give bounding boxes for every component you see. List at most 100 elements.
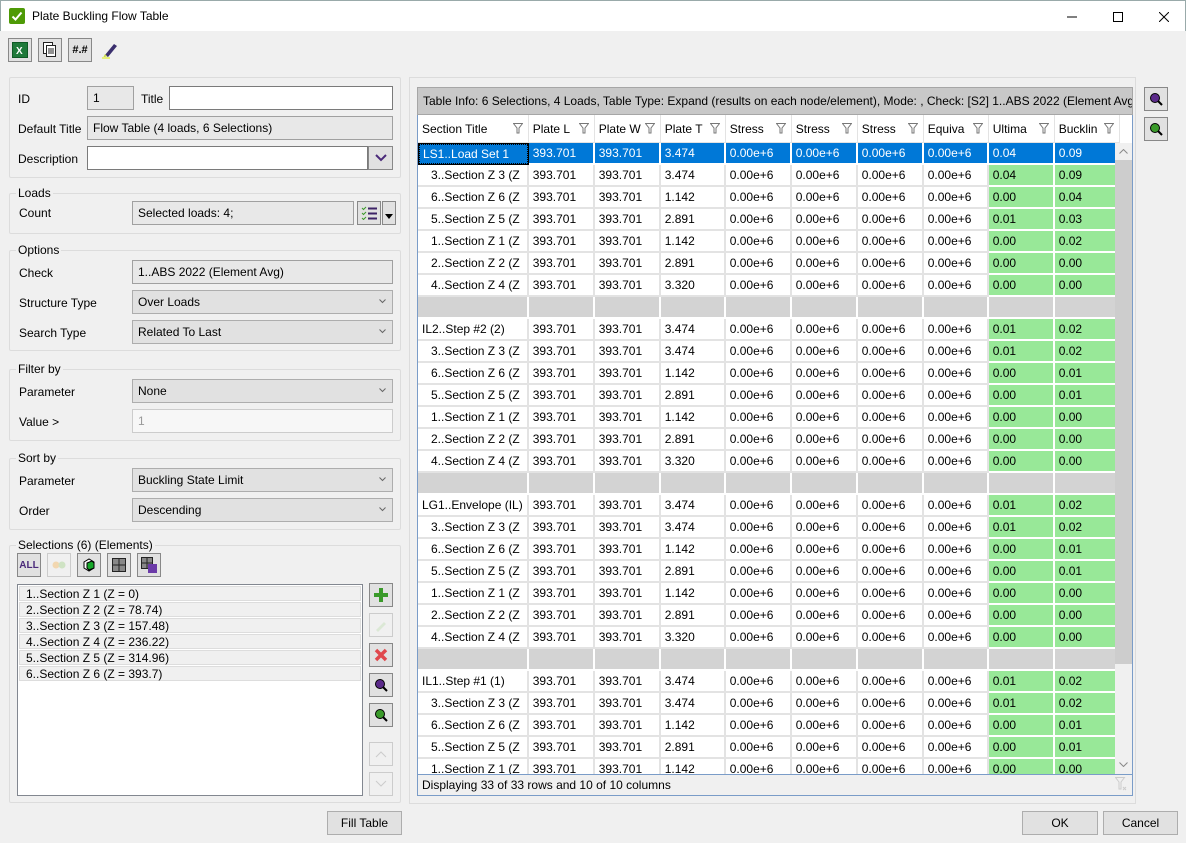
table-row[interactable]: 3..Section Z 3 (Z 393.701 393.701 3.474 0.00… <box>418 341 1120 363</box>
select-3d-button[interactable] <box>77 553 101 577</box>
table-cell[interactable]: 0.00e+6 <box>857 231 924 253</box>
table-cell[interactable]: 0.00e+6 <box>725 605 792 627</box>
table-cell[interactable]: 0.00e+6 <box>923 561 989 583</box>
table-row[interactable]: 5..Section Z 5 (Z 393.701 393.701 2.891 0.00… <box>418 561 1120 583</box>
table-cell[interactable]: 0.00e+6 <box>725 209 792 231</box>
table-cell[interactable]: 393.701 <box>528 715 595 737</box>
table-cell[interactable]: 393.701 <box>528 605 595 627</box>
table-cell[interactable]: 0.00e+6 <box>857 715 924 737</box>
table-cell[interactable]: 0.00e+6 <box>923 495 989 517</box>
table-cell[interactable]: 0.00e+6 <box>857 671 924 693</box>
loads-menu-button[interactable] <box>382 201 396 225</box>
table-cell[interactable]: 2.891 <box>660 209 726 231</box>
table-cell[interactable]: 1..Section Z 1 (Z <box>418 407 529 429</box>
table-cell[interactable]: 6..Section Z 6 (Z <box>418 363 529 385</box>
table-cell[interactable]: 0.00e+6 <box>858 759 924 774</box>
table-cell[interactable]: 0.00 <box>988 715 1055 737</box>
add-selection-button[interactable] <box>369 583 393 607</box>
table-cell[interactable]: 393.701 <box>594 737 661 759</box>
table-row[interactable]: 6..Section Z 6 (Z 393.701 393.701 1.142 0.00… <box>418 363 1120 385</box>
column-header[interactable]: Ultima <box>988 115 1055 143</box>
table-row[interactable]: 2..Section Z 2 (Z 393.701 393.701 2.891 0.00… <box>418 429 1120 451</box>
table-cell[interactable]: 4..Section Z 4 (Z <box>418 275 529 297</box>
table-cell[interactable]: 0.00 <box>1054 583 1120 605</box>
table-cell[interactable]: 0.00e+6 <box>857 451 924 473</box>
table-cell[interactable]: 0.00e+6 <box>857 495 924 517</box>
table-cell[interactable]: 0.02 <box>1054 495 1120 517</box>
table-cell[interactable]: 393.701 <box>594 671 661 693</box>
table-cell[interactable]: 0.00 <box>1054 429 1120 451</box>
table-cell[interactable]: 0.01 <box>988 671 1055 693</box>
minimize-button[interactable] <box>1049 1 1095 32</box>
table-cell[interactable]: 5..Section Z 5 (Z <box>418 561 529 583</box>
table-cell[interactable]: 0.00e+6 <box>923 451 989 473</box>
table-cell[interactable]: 0.00 <box>988 627 1055 649</box>
table-cell[interactable]: 2..Section Z 2 (Z <box>418 429 529 451</box>
table-cell[interactable]: 393.701 <box>594 627 661 649</box>
table-cell[interactable]: 3.474 <box>660 517 726 539</box>
table-cell[interactable]: 0.02 <box>1054 341 1120 363</box>
filter-icon[interactable] <box>1038 123 1050 137</box>
table-cell[interactable]: 0.00e+6 <box>791 517 858 539</box>
column-header[interactable]: Stress <box>791 115 858 143</box>
table-cell[interactable]: 0.00e+6 <box>923 539 989 561</box>
title-input[interactable] <box>169 86 393 110</box>
table-cell[interactable]: 0.00e+6 <box>791 583 858 605</box>
table-row[interactable]: 1..Section Z 1 (Z 393.701 393.701 1.142 0.00… <box>418 759 1120 774</box>
table-cell[interactable]: 1..Section Z 1 (Z <box>418 759 529 774</box>
table-cell[interactable]: 393.701 <box>594 517 661 539</box>
table-cell[interactable]: 1.142 <box>660 231 726 253</box>
table-cell[interactable]: 0.00e+6 <box>725 715 792 737</box>
filter-icon[interactable] <box>578 123 590 137</box>
table-row[interactable]: 1..Section Z 1 (Z 393.701 393.701 1.142 0.00… <box>418 583 1120 605</box>
table-cell[interactable]: 6..Section Z 6 (Z <box>418 187 529 209</box>
table-cell[interactable]: 0.01 <box>1054 561 1120 583</box>
table-cell[interactable]: 0.04 <box>988 165 1055 187</box>
table-cell[interactable]: 3.474 <box>660 165 726 187</box>
table-cell[interactable]: 0.00 <box>988 539 1055 561</box>
table-cell[interactable]: 0.00e+6 <box>725 407 792 429</box>
table-cell[interactable]: 0.00e+6 <box>857 187 924 209</box>
table-cell[interactable]: IL2..Step #2 (2) <box>418 319 529 341</box>
table-row[interactable]: 4..Section Z 4 (Z 393.701 393.701 3.320 0.00… <box>418 627 1120 649</box>
table-cell[interactable]: 0.00e+6 <box>923 187 989 209</box>
table-cell[interactable]: 393.701 <box>594 231 661 253</box>
table-cell[interactable]: 393.701 <box>528 451 595 473</box>
table-cell[interactable]: 0.00 <box>988 605 1055 627</box>
selection-item[interactable]: 3..Section Z 3 (Z = 157.48) <box>19 618 361 633</box>
table-row[interactable]: 3..Section Z 3 (Z 393.701 393.701 3.474 0.00… <box>418 517 1120 539</box>
table-cell[interactable]: 0.00e+6 <box>791 605 858 627</box>
clear-filter-button[interactable] <box>1114 777 1127 794</box>
table-cell[interactable]: 0.01 <box>988 693 1055 715</box>
table-cell[interactable]: 0.00e+6 <box>857 561 924 583</box>
table-cell[interactable]: 2.891 <box>660 385 726 407</box>
selection-item[interactable]: 6..Section Z 6 (Z = 393.7) <box>19 666 361 681</box>
table-cell[interactable]: 393.701 <box>594 715 661 737</box>
table-cell[interactable]: 0.04 <box>988 143 1055 165</box>
table-row[interactable]: 5..Section Z 5 (Z 393.701 393.701 2.891 0.00… <box>418 209 1120 231</box>
table-cell[interactable]: 0.00e+6 <box>923 583 989 605</box>
move-up-button[interactable] <box>369 742 393 766</box>
table-cell[interactable]: 393.701 <box>528 495 595 517</box>
table-cell[interactable]: 393.701 <box>528 319 595 341</box>
highlight-selection-button[interactable] <box>369 703 393 727</box>
table-cell[interactable]: 0.00 <box>988 253 1055 275</box>
table-cell[interactable]: 0.00 <box>1054 451 1120 473</box>
table-cell[interactable]: 393.701 <box>594 429 661 451</box>
table-cell[interactable]: 0.00e+6 <box>792 759 858 774</box>
table-cell[interactable]: 0.01 <box>988 495 1055 517</box>
table-cell[interactable]: 0.00e+6 <box>725 539 792 561</box>
table-cell[interactable]: 0.02 <box>1054 671 1120 693</box>
table-cell[interactable]: 0.00e+6 <box>791 187 858 209</box>
table-cell[interactable]: 0.02 <box>1054 693 1120 715</box>
filter-parameter-select[interactable]: None <box>132 379 393 403</box>
table-cell[interactable]: 393.701 <box>528 253 595 275</box>
table-cell[interactable]: 0.00e+6 <box>725 561 792 583</box>
table-cell[interactable]: 0.00 <box>1054 627 1120 649</box>
table-cell[interactable]: 0.00e+6 <box>923 319 989 341</box>
table-cell[interactable]: 0.00e+6 <box>923 671 989 693</box>
table-row[interactable]: 6..Section Z 6 (Z 393.701 393.701 1.142 0.00… <box>418 715 1120 737</box>
table-cell[interactable]: 0.01 <box>1054 715 1120 737</box>
column-header[interactable]: Stress <box>725 115 792 143</box>
group-header-row[interactable]: LG1..Envelope (IL) 393.701 393.701 3.474 0.0… <box>418 495 1120 517</box>
